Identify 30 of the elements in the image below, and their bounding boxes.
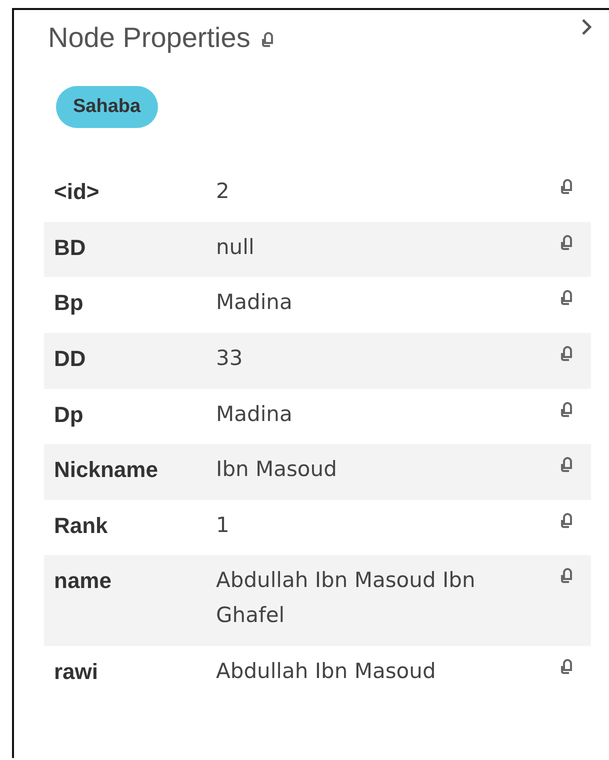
copy-icon[interactable] <box>559 457 575 474</box>
property-value: null <box>216 234 256 261</box>
panel-title: Node Properties <box>48 22 250 54</box>
copy-icon[interactable] <box>559 290 575 306</box>
copy-icon[interactable] <box>559 658 575 675</box>
property-key: DD <box>54 346 216 372</box>
property-value: 1 <box>216 512 230 539</box>
property-value: Madina <box>216 400 294 428</box>
node-label-tag[interactable]: Sahaba <box>56 86 158 128</box>
property-key: Bp <box>54 290 216 316</box>
property-key: Rank <box>54 512 216 539</box>
property-key: Dp <box>54 402 216 428</box>
property-key: BD <box>54 234 216 261</box>
copy-icon[interactable] <box>559 512 575 529</box>
property-value: Madina <box>216 289 294 316</box>
copy-icon[interactable] <box>559 568 575 584</box>
property-key: rawi <box>54 658 216 685</box>
copy-icon[interactable] <box>559 402 575 418</box>
property-value: Abdullah Ibn Masoud <box>216 658 437 685</box>
property-value: Ibn Masoud <box>216 456 338 484</box>
property-value: 2 <box>216 178 230 205</box>
property-value: Abdullah Ibn Masoud Ibn Ghafel <box>216 567 476 630</box>
copy-icon[interactable] <box>559 346 575 362</box>
property-key: Nickname <box>54 457 216 484</box>
copy-icon[interactable] <box>559 179 575 195</box>
property-key: name <box>54 568 216 594</box>
property-key: <id> <box>54 179 216 205</box>
copy-icon[interactable] <box>559 234 575 251</box>
collapse-chevron-icon[interactable] <box>581 18 593 36</box>
property-value: 33 <box>216 344 244 372</box>
